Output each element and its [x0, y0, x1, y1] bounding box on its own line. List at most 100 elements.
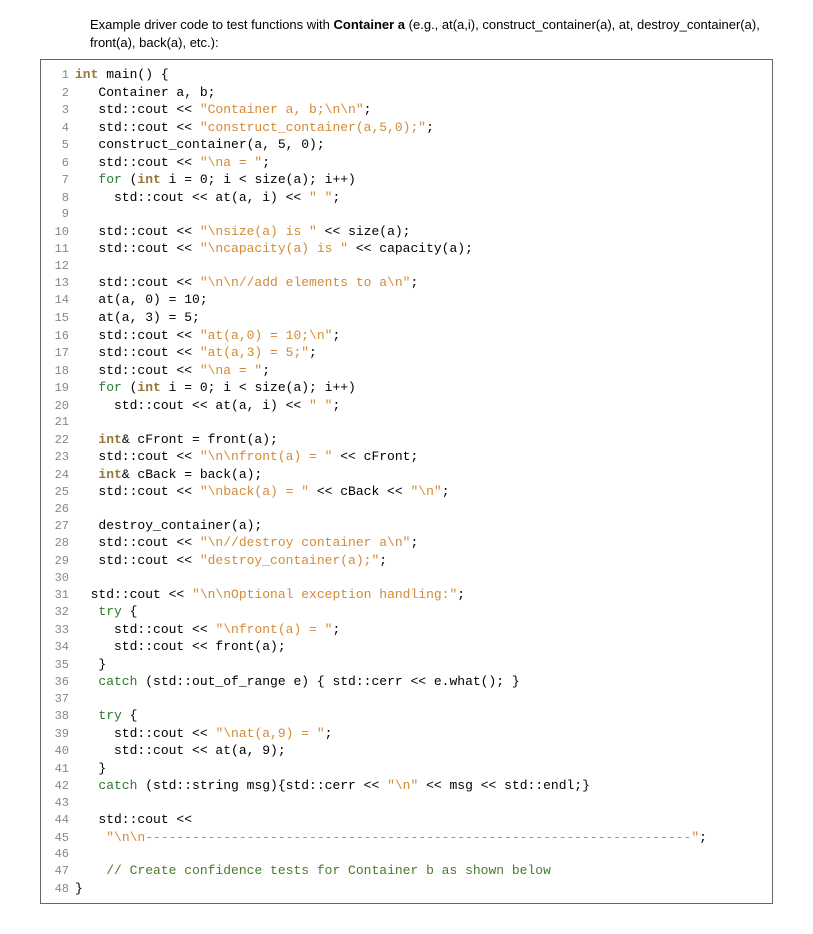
source-text: std::cout << "\na = ";: [75, 154, 772, 172]
source-text: std::cout << "\nsize(a) is " << size(a);: [75, 223, 772, 241]
code-line: 26: [41, 501, 772, 517]
source-text: std::cout << "construct_container(a,5,0)…: [75, 119, 772, 137]
code-line: 23 std::cout << "\n\nfront(a) = " << cFr…: [41, 448, 772, 466]
line-number: 20: [41, 398, 75, 414]
line-number: 11: [41, 241, 75, 257]
line-number: 8: [41, 190, 75, 206]
code-line: 30: [41, 570, 772, 586]
intro-paragraph: Example driver code to test functions wi…: [90, 16, 773, 51]
line-number: 15: [41, 310, 75, 326]
source-text: std::cout << front(a);: [75, 638, 772, 656]
code-line: 32 try {: [41, 603, 772, 621]
code-line: 20 std::cout << at(a, i) << " ";: [41, 397, 772, 415]
source-text: for (int i = 0; i < size(a); i++): [75, 171, 772, 189]
code-line: 21: [41, 414, 772, 430]
line-number: 34: [41, 639, 75, 655]
code-line: 14 at(a, 0) = 10;: [41, 291, 772, 309]
code-line: 40 std::cout << at(a, 9);: [41, 742, 772, 760]
code-line: 33 std::cout << "\nfront(a) = ";: [41, 621, 772, 639]
line-number: 1: [41, 67, 75, 83]
line-number: 40: [41, 743, 75, 759]
source-text: catch (std::out_of_range e) { std::cerr …: [75, 673, 772, 691]
code-line: 8 std::cout << at(a, i) << " ";: [41, 189, 772, 207]
code-line: 38 try {: [41, 707, 772, 725]
code-line: 18 std::cout << "\na = ";: [41, 362, 772, 380]
line-number: 24: [41, 467, 75, 483]
line-number: 22: [41, 432, 75, 448]
source-text: catch (std::string msg){std::cerr << "\n…: [75, 777, 772, 795]
line-number: 19: [41, 380, 75, 396]
source-text: int& cFront = front(a);: [75, 431, 772, 449]
source-text: std::cout << at(a, i) << " ";: [75, 189, 772, 207]
code-line: 48}: [41, 880, 772, 898]
code-line: 19 for (int i = 0; i < size(a); i++): [41, 379, 772, 397]
source-text: }: [75, 656, 772, 674]
line-number: 30: [41, 570, 75, 586]
source-text: for (int i = 0; i < size(a); i++): [75, 379, 772, 397]
line-number: 37: [41, 691, 75, 707]
code-line: 43: [41, 795, 772, 811]
line-number: 5: [41, 137, 75, 153]
line-number: 23: [41, 449, 75, 465]
source-text: std::cout << "\n\nfront(a) = " << cFront…: [75, 448, 772, 466]
source-text: std::cout << "\nat(a,9) = ";: [75, 725, 772, 743]
source-text: std::cout << "\nfront(a) = ";: [75, 621, 772, 639]
line-number: 47: [41, 863, 75, 879]
code-line: 27 destroy_container(a);: [41, 517, 772, 535]
line-number: 35: [41, 657, 75, 673]
source-text: // Create confidence tests for Container…: [75, 862, 772, 880]
code-line: 31 std::cout << "\n\nOptional exception …: [41, 586, 772, 604]
line-number: 33: [41, 622, 75, 638]
line-number: 18: [41, 363, 75, 379]
line-number: 39: [41, 726, 75, 742]
source-text: }: [75, 760, 772, 778]
line-number: 21: [41, 414, 75, 430]
code-line: 37: [41, 691, 772, 707]
code-line: 4 std::cout << "construct_container(a,5,…: [41, 119, 772, 137]
line-number: 31: [41, 587, 75, 603]
source-text: std::cout << at(a, 9);: [75, 742, 772, 760]
line-number: 45: [41, 830, 75, 846]
source-text: at(a, 3) = 5;: [75, 309, 772, 327]
code-line: 10 std::cout << "\nsize(a) is " << size(…: [41, 223, 772, 241]
code-line: 42 catch (std::string msg){std::cerr << …: [41, 777, 772, 795]
code-line: 12: [41, 258, 772, 274]
line-number: 48: [41, 881, 75, 897]
line-number: 44: [41, 812, 75, 828]
line-number: 28: [41, 535, 75, 551]
code-line: 2 Container a, b;: [41, 84, 772, 102]
line-number: 36: [41, 674, 75, 690]
line-number: 26: [41, 501, 75, 517]
line-number: 29: [41, 553, 75, 569]
code-line: 41 }: [41, 760, 772, 778]
source-text: try {: [75, 707, 772, 725]
source-text: std::cout << "\n\n//add elements to a\n"…: [75, 274, 772, 292]
source-text: std::cout << "\ncapacity(a) is " << capa…: [75, 240, 772, 258]
line-number: 13: [41, 275, 75, 291]
code-line: 24 int& cBack = back(a);: [41, 466, 772, 484]
code-line: 9: [41, 206, 772, 222]
line-number: 9: [41, 206, 75, 222]
line-number: 10: [41, 224, 75, 240]
line-number: 43: [41, 795, 75, 811]
source-text: try {: [75, 603, 772, 621]
source-text: std::cout << "\na = ";: [75, 362, 772, 380]
source-text: "\n\n-----------------------------------…: [75, 829, 772, 847]
code-line: 1int main() {: [41, 66, 772, 84]
source-text: std::cout << "\n\nOptional exception han…: [75, 586, 772, 604]
code-block: 1int main() {2 Container a, b;3 std::cou…: [40, 59, 773, 904]
source-text: std::cout << "destroy_container(a);";: [75, 552, 772, 570]
code-line: 3 std::cout << "Container a, b;\n\n";: [41, 101, 772, 119]
code-line: 35 }: [41, 656, 772, 674]
line-number: 6: [41, 155, 75, 171]
line-number: 46: [41, 846, 75, 862]
code-line: 22 int& cFront = front(a);: [41, 431, 772, 449]
code-line: 11 std::cout << "\ncapacity(a) is " << c…: [41, 240, 772, 258]
source-text: std::cout <<: [75, 811, 772, 829]
code-line: 29 std::cout << "destroy_container(a);";: [41, 552, 772, 570]
line-number: 38: [41, 708, 75, 724]
source-text: std::cout << "at(a,3) = 5;";: [75, 344, 772, 362]
source-text: construct_container(a, 5, 0);: [75, 136, 772, 154]
code-line: 28 std::cout << "\n//destroy container a…: [41, 534, 772, 552]
line-number: 3: [41, 102, 75, 118]
